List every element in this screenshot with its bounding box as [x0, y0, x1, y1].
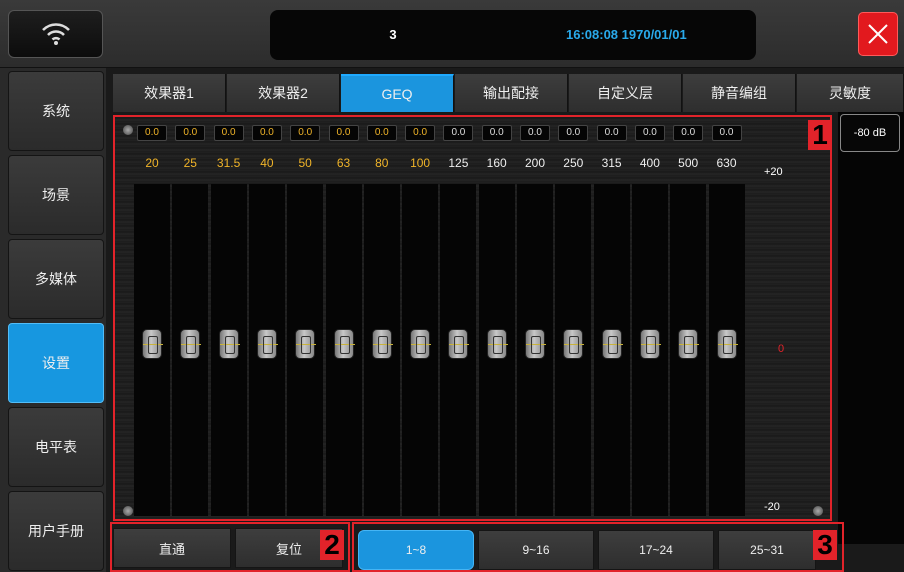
- callout-frame-2: [110, 522, 350, 572]
- callout-frame-1: [113, 115, 832, 521]
- close-icon: [868, 24, 888, 44]
- tab-effects-1[interactable]: 效果器1: [113, 74, 226, 112]
- callout-frame-3: [352, 522, 844, 572]
- clock: 16:08:08 1970/01/01: [566, 27, 687, 42]
- sensitivity-panel: -80 dB: [838, 112, 904, 544]
- sidebar-item-settings[interactable]: 设置: [8, 323, 104, 403]
- tab-mute-groups[interactable]: 静音编组: [683, 74, 796, 112]
- tab-custom-layer[interactable]: 自定义层: [569, 74, 682, 112]
- tab-effects-2[interactable]: 效果器2: [227, 74, 340, 112]
- sidebar-item-scene[interactable]: 场景: [8, 155, 104, 235]
- sensitivity-value[interactable]: -80 dB: [840, 114, 900, 152]
- sidebar-item-meter[interactable]: 电平表: [8, 407, 104, 487]
- tab-output-patch[interactable]: 输出配接: [455, 74, 568, 112]
- tab-bar: 效果器1 效果器2 GEQ 输出配接 自定义层 静音编组 灵敏度: [113, 68, 904, 112]
- sidebar-item-multimedia[interactable]: 多媒体: [8, 239, 104, 319]
- wifi-icon: [41, 23, 70, 45]
- wifi-button[interactable]: [8, 10, 103, 58]
- callout-number-1: 1: [808, 120, 832, 150]
- close-button[interactable]: [858, 12, 898, 56]
- scene-number: 3: [389, 27, 397, 42]
- sidebar-item-manual[interactable]: 用户手册: [8, 491, 104, 571]
- status-panel: 3 16:08:08 1970/01/01: [270, 10, 756, 60]
- callout-number-3: 3: [813, 530, 837, 560]
- callout-number-2: 2: [320, 530, 344, 560]
- sidebar-item-system[interactable]: 系统: [8, 71, 104, 151]
- sidebar: 系统 场景 多媒体 设置 电平表 用户手册: [0, 68, 106, 572]
- top-bar: 3 16:08:08 1970/01/01: [0, 0, 904, 68]
- tab-sensitivity[interactable]: 灵敏度: [797, 74, 904, 112]
- tab-geq[interactable]: GEQ: [341, 74, 454, 112]
